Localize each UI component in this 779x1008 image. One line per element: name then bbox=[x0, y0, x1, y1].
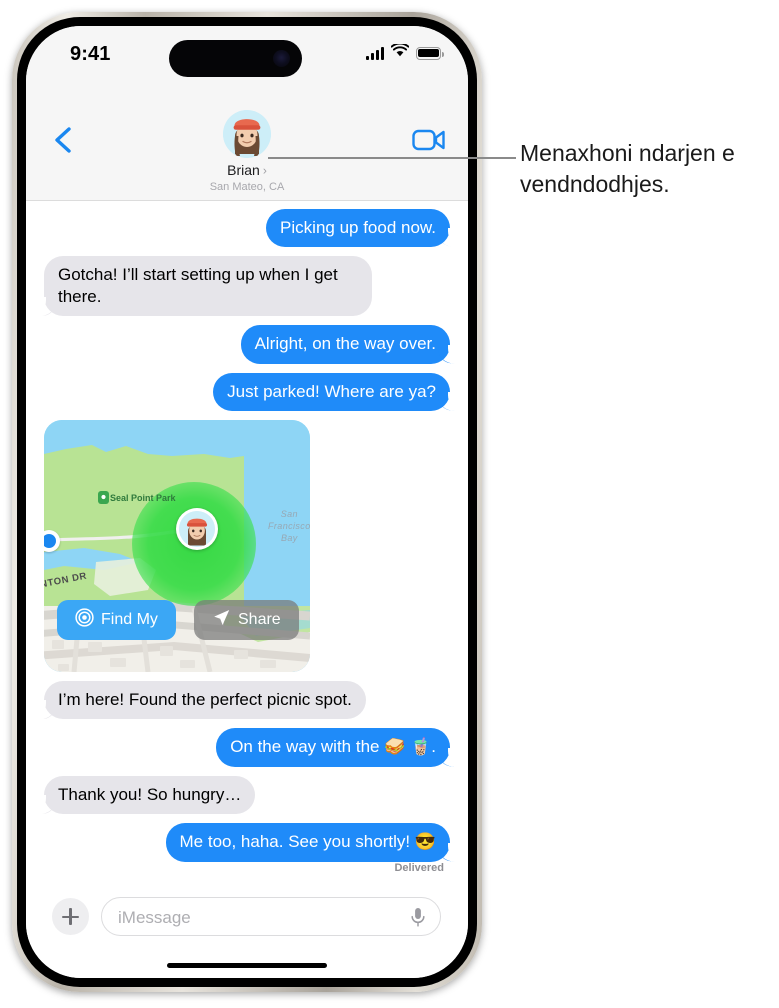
message-row: Gotcha! I’ll start setting up when I get… bbox=[26, 256, 468, 317]
park-marker-icon bbox=[98, 491, 109, 505]
message-row: Alright, on the way over. bbox=[26, 325, 468, 365]
callout-text: Menaxhoni ndarjen e vendndodhjes. bbox=[520, 140, 735, 198]
chevron-right-icon: › bbox=[262, 163, 267, 178]
message-row: I’m here! Found the perfect picnic spot. bbox=[26, 681, 468, 720]
device-screen: 9:41 Brian › San Mateo, CA Picking up fo… bbox=[26, 26, 468, 978]
contact-name[interactable]: Brian › bbox=[227, 162, 267, 178]
message-row: Just parked! Where are ya? bbox=[26, 372, 468, 412]
message-row: Thank you! So hungry… bbox=[26, 775, 468, 815]
bay-label-line: San bbox=[280, 509, 298, 520]
dynamic-island bbox=[169, 40, 302, 77]
message-bubble-outgoing[interactable]: Alright, on the way over. bbox=[240, 325, 462, 365]
microphone-icon[interactable] bbox=[410, 907, 426, 928]
message-row: Me too, haha. See you shortly! 😎 bbox=[26, 823, 468, 863]
bay-label: San Francisco Bay bbox=[268, 508, 310, 544]
conversation-header: Brian › San Mateo, CA bbox=[26, 84, 468, 201]
message-row: On the way with the 🥪 🧋. bbox=[26, 728, 468, 768]
message-list[interactable]: Picking up food now. Gotcha! I’ll start … bbox=[26, 201, 468, 901]
front-camera-icon bbox=[273, 50, 290, 67]
home-indicator[interactable] bbox=[167, 963, 327, 968]
callout-leader-line bbox=[268, 157, 516, 159]
message-bubble-incoming[interactable]: Gotcha! I’ll start setting up when I get… bbox=[33, 256, 372, 317]
device-bezel: 9:41 Brian › San Mateo, CA Picking up fo… bbox=[17, 17, 477, 987]
memoji-location-pin[interactable] bbox=[176, 508, 218, 551]
message-bubble-incoming[interactable]: Thank you! So hungry… bbox=[32, 775, 256, 815]
cellular-signal-icon bbox=[366, 46, 384, 60]
status-time: 9:41 bbox=[70, 43, 111, 65]
bay-label-line: Francisco bbox=[268, 521, 310, 532]
find-my-button[interactable]: Find My bbox=[57, 600, 176, 641]
status-indicators bbox=[366, 42, 444, 62]
contact-info-block[interactable]: Brian › San Mateo, CA bbox=[26, 110, 468, 193]
message-bubble-outgoing[interactable]: Picking up food now. bbox=[266, 209, 461, 248]
imessage-input[interactable]: iMessage bbox=[101, 897, 441, 936]
share-arrow-icon bbox=[212, 608, 231, 632]
plus-icon[interactable] bbox=[52, 898, 89, 935]
iphone-device-frame: 9:41 Brian › San Mateo, CA Picking up fo… bbox=[12, 12, 482, 992]
delivered-status: Delivered bbox=[394, 861, 444, 874]
message-input-bar: iMessage bbox=[26, 883, 468, 978]
message-bubble-outgoing[interactable]: Me too, haha. See you shortly! 😎 bbox=[165, 823, 462, 863]
contact-name-label: Brian bbox=[227, 162, 260, 178]
findmy-radar-icon bbox=[75, 608, 94, 632]
find-my-button-label: Find My bbox=[101, 611, 158, 629]
contact-location: San Mateo, CA bbox=[209, 181, 285, 193]
status-bar: 9:41 bbox=[26, 26, 468, 84]
message-bubble-outgoing[interactable]: On the way with the 🥪 🧋. bbox=[216, 728, 461, 768]
share-button-label: Share bbox=[238, 611, 281, 629]
wifi-icon bbox=[390, 42, 410, 62]
imessage-placeholder: iMessage bbox=[118, 908, 191, 927]
park-label: Seal Point Park bbox=[110, 493, 176, 504]
message-row: Picking up food now. bbox=[26, 209, 468, 248]
message-row-map: Seal Point Park San Francisco Bay NTON D… bbox=[26, 420, 468, 673]
message-bubble-incoming[interactable]: I’m here! Found the perfect picnic spot. bbox=[33, 681, 366, 720]
share-location-button[interactable]: Share bbox=[194, 600, 299, 641]
message-bubble-outgoing[interactable]: Just parked! Where are ya? bbox=[213, 372, 461, 412]
location-map-attachment[interactable]: Seal Point Park San Francisco Bay NTON D… bbox=[44, 420, 310, 673]
memoji-avatar[interactable] bbox=[223, 110, 271, 158]
bay-label-line: Bay bbox=[280, 533, 298, 544]
battery-icon bbox=[416, 46, 444, 60]
